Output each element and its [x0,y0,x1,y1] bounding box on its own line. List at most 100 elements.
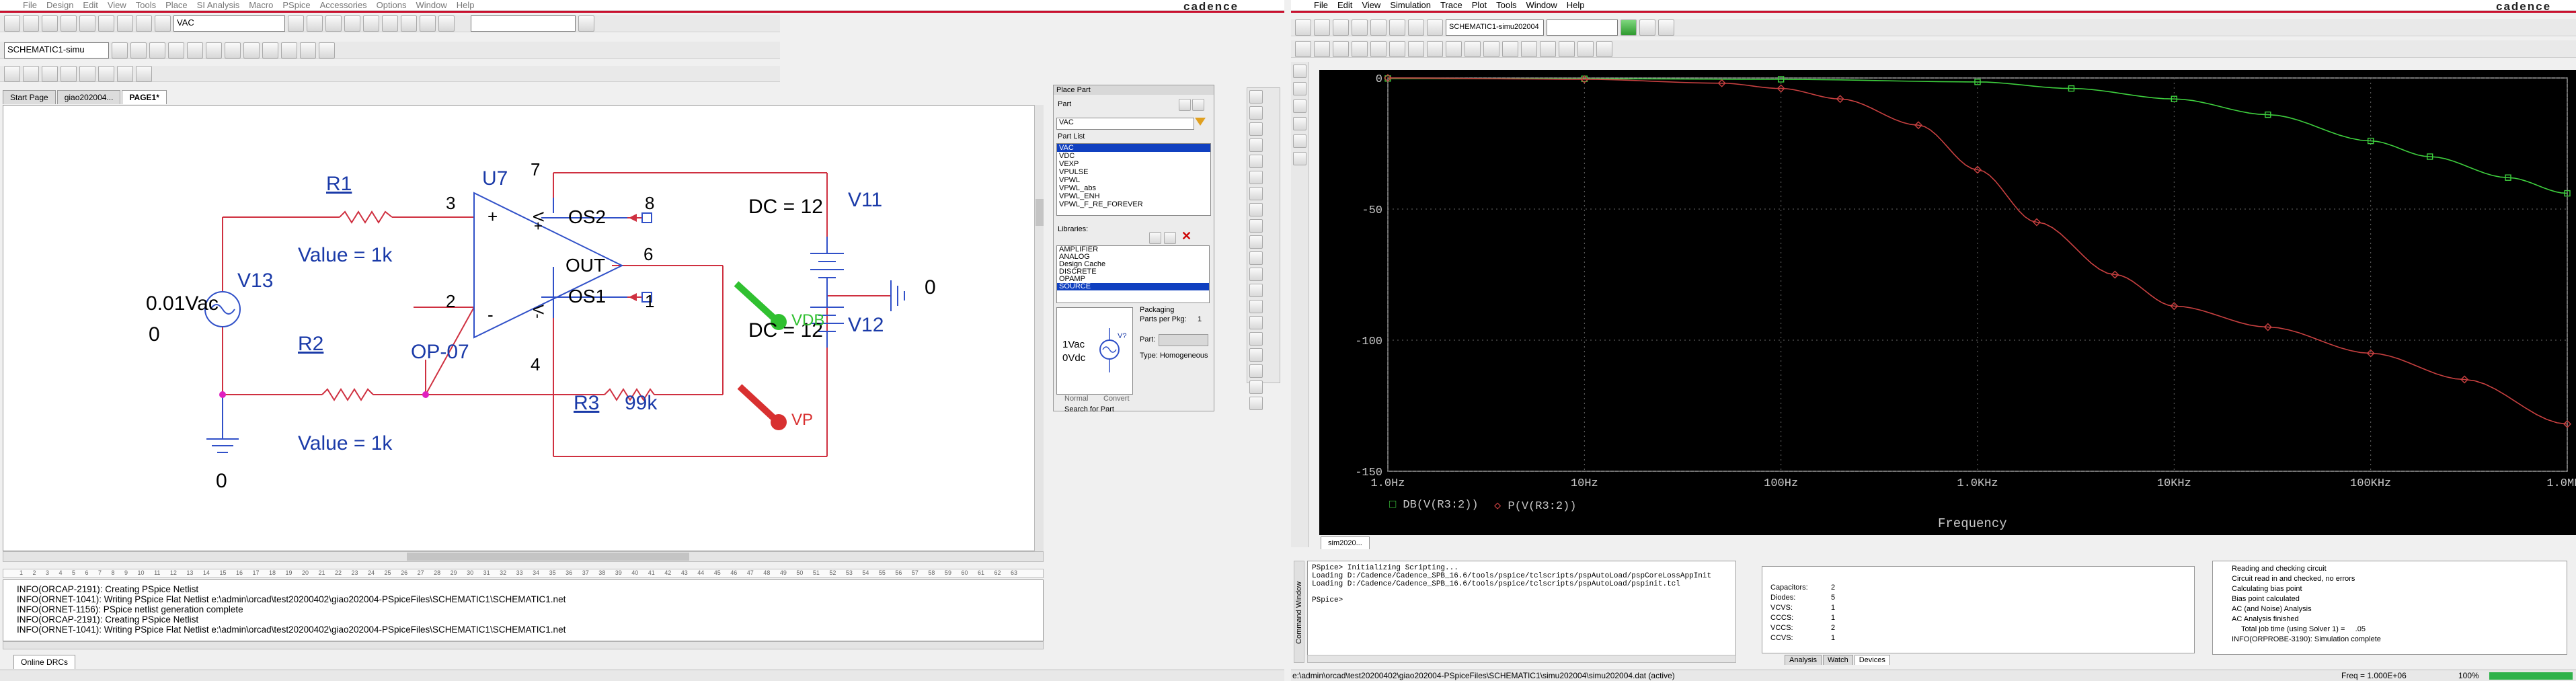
design-combo[interactable]: SCHEMATIC1-simu [4,42,109,58]
zoom-in-plot-icon[interactable] [1295,40,1311,57]
u7-label[interactable]: U7 [482,167,508,190]
text-tool-icon[interactable] [1249,397,1263,410]
tab-project[interactable]: giao202004... [56,90,121,104]
align-top-icon[interactable] [61,65,77,82]
pspice-save-icon[interactable] [1333,19,1349,36]
cursor-max-icon[interactable] [1559,40,1575,57]
part-field-input[interactable] [1159,334,1208,346]
cursor-peak-icon[interactable] [1483,40,1499,57]
part-list-item[interactable]: VDC [1057,152,1210,160]
side-tool-3-icon[interactable] [1292,99,1306,113]
markers-icon[interactable] [300,42,316,58]
menu-options[interactable]: Options [377,0,407,10]
menu-design[interactable]: Design [46,0,73,10]
performance-icon[interactable] [1408,40,1424,57]
refresh-libraries-icon[interactable] [1149,232,1161,244]
voltage-marker-icon[interactable] [187,42,203,58]
menu-si-analysis[interactable]: SI Analysis [197,0,240,10]
probe-window[interactable]: 1.0Hz10Hz100Hz1.0KHz10KHz100KHz1.0MHz0-5… [1319,70,2576,535]
menu-accessories[interactable]: Accessories [320,0,367,10]
cursor-min-icon[interactable] [1540,40,1556,57]
r2-label[interactable]: R2 [298,333,323,356]
menu-pspice[interactable]: PSpice [282,0,310,10]
line-tool-icon[interactable] [1249,316,1263,329]
annotate-icon[interactable] [420,15,436,32]
search-combo[interactable] [471,15,576,32]
v13-ac-value[interactable]: 0.01Vac [146,292,219,315]
part-input[interactable]: VAC [1056,118,1194,130]
tab-online-drcs[interactable]: Online DRCs [13,655,76,669]
r1-label[interactable]: R1 [326,173,352,196]
v11-dc-value[interactable]: DC = 12 [748,196,823,218]
filter-icon[interactable] [1195,118,1206,126]
library-list[interactable]: AMPLIFIER ANALOG Design Cache DISCRETE O… [1056,245,1210,303]
menu-file[interactable]: File [23,0,37,10]
v12-label[interactable]: V12 [848,314,884,337]
menu-view[interactable]: View [108,0,126,10]
opamp-model[interactable]: OP-07 [411,341,469,364]
zoom-area-icon[interactable] [325,15,342,32]
cursor-slope-icon[interactable] [1521,40,1537,57]
part-combo[interactable]: VAC [173,15,285,32]
tab-devices[interactable]: Devices [1854,655,1890,665]
convert-radio[interactable]: Convert [1103,395,1130,403]
open-icon[interactable] [23,15,39,32]
bus-tool-icon[interactable] [1249,138,1263,152]
tab-analysis[interactable]: Analysis [1785,655,1822,665]
part-list-item[interactable]: VPWL_abs [1057,184,1210,192]
probe-plot[interactable]: 1.0Hz10Hz100Hz1.0KHz10KHz100KHz1.0MHz0-5… [1319,70,2576,535]
pspice-menu-window[interactable]: Window [1526,0,1557,10]
schematic-hscroll-thumb[interactable] [407,553,689,561]
tab-watch[interactable]: Watch [1822,655,1853,665]
pspice-menu-plot[interactable]: Plot [1472,0,1487,10]
pspice-menu-simulation[interactable]: Simulation [1390,0,1431,10]
cursor-toggle-icon[interactable] [1465,40,1481,57]
side-tool-6-icon[interactable] [1292,152,1306,165]
paste-icon[interactable] [117,15,133,32]
align-right-icon[interactable] [42,65,58,82]
bias-i-icon[interactable] [262,42,278,58]
drc-icon[interactable] [363,15,379,32]
eval-icon[interactable] [1446,40,1462,57]
part-list-item[interactable]: VAC [1057,144,1210,152]
tab-page1[interactable]: PAGE1* [122,90,167,104]
command-hscroll[interactable] [1307,655,1736,663]
run-sim-icon[interactable] [1621,19,1637,36]
cursor-point-icon[interactable] [1577,40,1594,57]
tab-start-page[interactable]: Start Page [3,90,56,104]
part-list-item[interactable]: VEXP [1057,160,1210,168]
bus-entry-tool-icon[interactable] [1249,187,1263,200]
pspice-menu-tools[interactable]: Tools [1496,0,1516,10]
normal-radio[interactable]: Normal [1064,395,1088,403]
add-trace-icon[interactable] [1427,40,1443,57]
profile-combo[interactable]: SCHEMATIC1-simu202004 [1446,19,1544,36]
hier-block-tool-icon[interactable] [1249,235,1263,249]
undo-icon[interactable] [136,15,152,32]
pspice-menu-trace[interactable]: Trace [1440,0,1462,10]
part-list-item[interactable]: VPWL_F_RE_FOREVER [1057,200,1210,208]
hier-port-tool-icon[interactable] [1249,251,1263,265]
mark-label-icon[interactable] [1596,40,1612,57]
zoom-in-icon[interactable] [288,15,304,32]
command-window[interactable]: PSpice> Initializing Scripting... Loadin… [1307,561,1736,663]
new-sim-profile-icon[interactable] [112,42,128,58]
probe-tab[interactable]: sim2020... [1321,536,1370,549]
zoom-out-plot-icon[interactable] [1314,40,1330,57]
polyline-tool-icon[interactable] [1249,332,1263,346]
r2-value[interactable]: Value = 1k [298,432,392,455]
copy-icon[interactable] [98,15,114,32]
schematic-vscroll-thumb[interactable] [1036,199,1044,226]
add-library-icon[interactable] [1179,99,1191,111]
r1-value[interactable]: Value = 1k [298,244,392,267]
print-icon[interactable] [61,15,77,32]
wire-tool-icon[interactable] [1249,122,1263,136]
pspice-menu-edit[interactable]: Edit [1337,0,1352,10]
menu-edit[interactable]: Edit [83,0,97,10]
pspice-open-icon[interactable] [1314,19,1330,36]
help-sim-icon[interactable] [319,42,335,58]
log-x-icon[interactable] [1370,40,1387,57]
side-tool-1-icon[interactable] [1292,65,1306,78]
pspice-cut-icon[interactable] [1370,19,1387,36]
log-hscroll[interactable] [3,641,1044,649]
offpage-tool-icon[interactable] [1249,284,1263,297]
